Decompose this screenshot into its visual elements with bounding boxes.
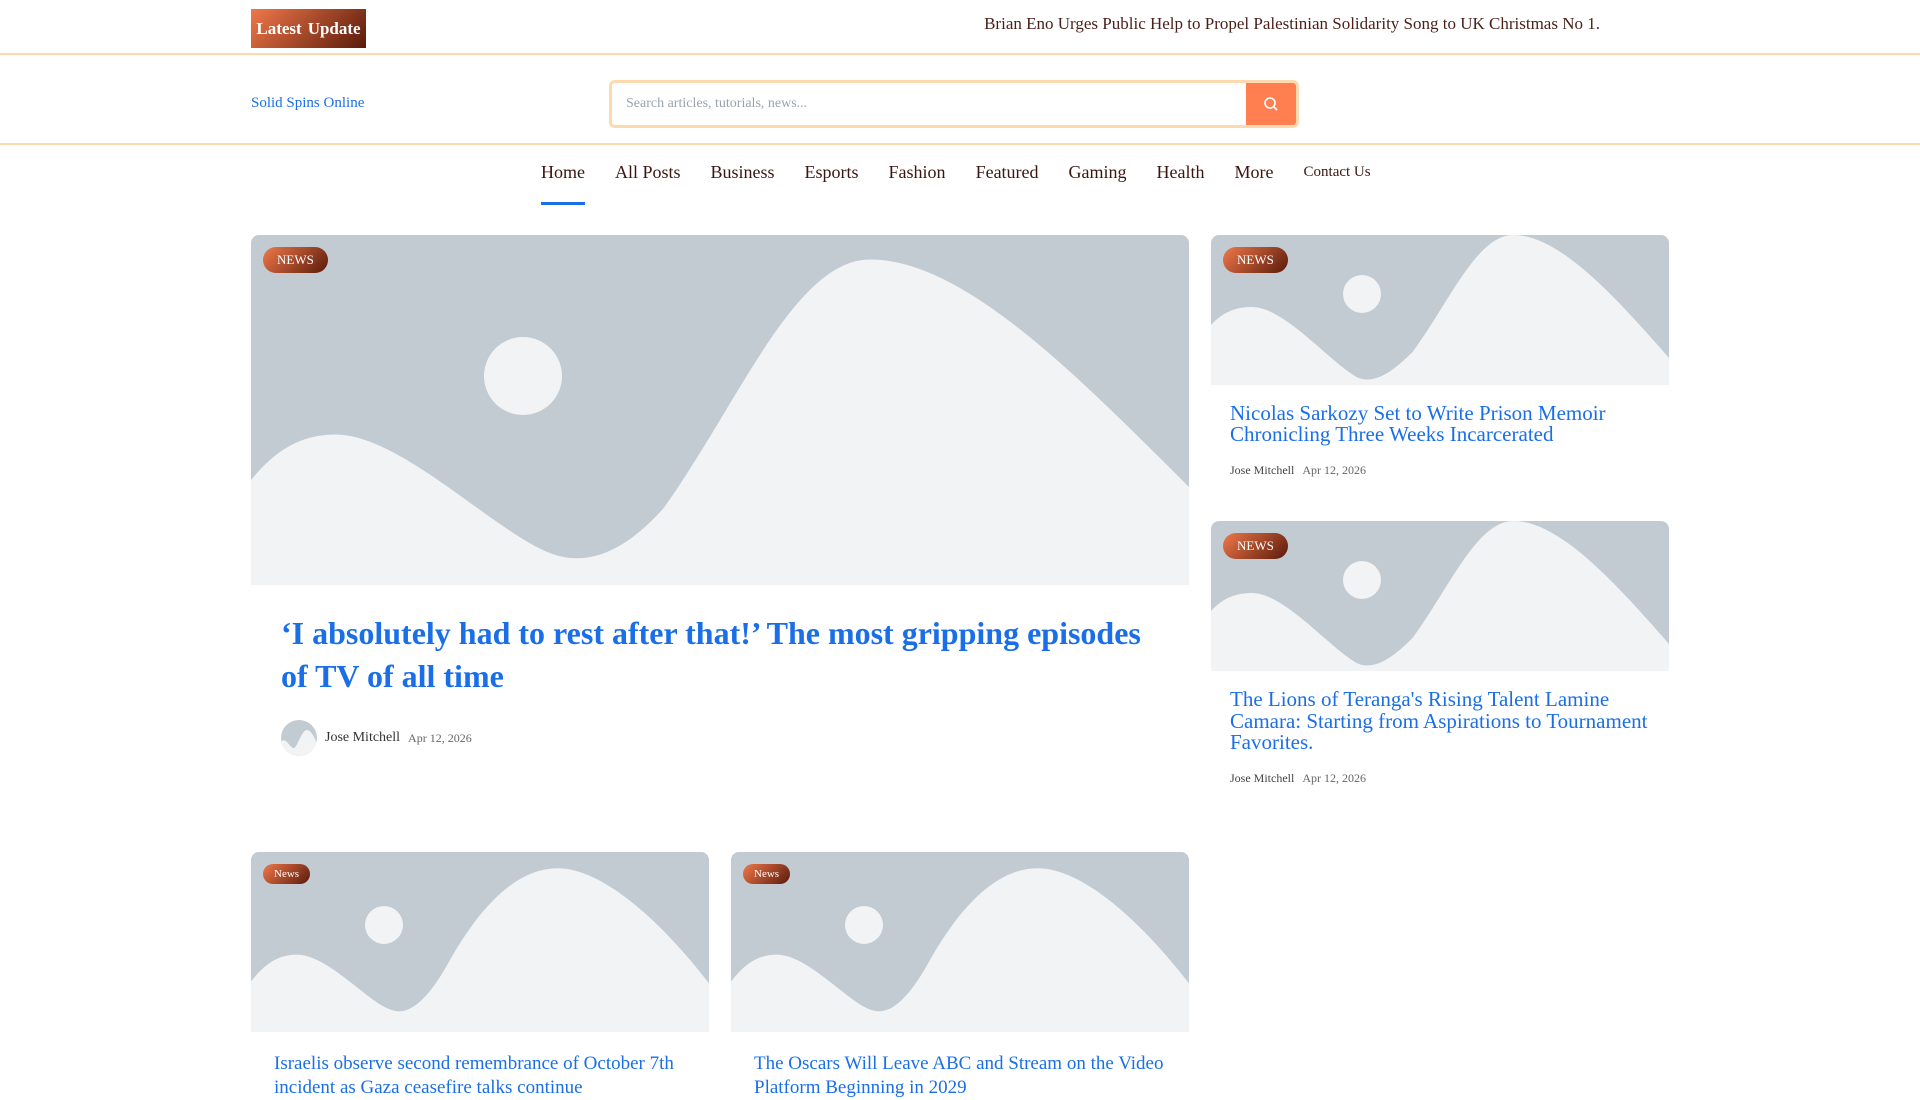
image-placeholder-icon bbox=[251, 259, 1189, 585]
side-meta: Jose Mitchell Apr 12, 2026 bbox=[1230, 463, 1366, 478]
bottom-title[interactable]: Israelis observe second remembrance of O… bbox=[274, 1052, 694, 1100]
category-badge[interactable]: NEWS bbox=[1223, 247, 1288, 273]
side-title[interactable]: The Lions of Teranga's Rising Talent Lam… bbox=[1230, 688, 1650, 754]
hero-meta: Jose Mitchell Apr 12, 2026 bbox=[281, 720, 472, 756]
latest-update-label: Latest Update bbox=[251, 9, 366, 48]
side-meta: Jose Mitchell Apr 12, 2026 bbox=[1230, 771, 1366, 786]
nav-gaming[interactable]: Gaming bbox=[1069, 162, 1127, 205]
search-input[interactable] bbox=[612, 83, 1246, 125]
nav-more[interactable]: More bbox=[1235, 162, 1274, 205]
category-badge[interactable]: NEWS bbox=[263, 247, 328, 273]
bottom-title[interactable]: The Oscars Will Leave ABC and Stream on … bbox=[754, 1052, 1174, 1100]
author-name[interactable]: Jose Mitchell bbox=[1230, 463, 1294, 478]
search-icon bbox=[1264, 97, 1278, 111]
author-name[interactable]: Jose Mitchell bbox=[325, 730, 400, 746]
image-placeholder-icon bbox=[731, 868, 1189, 1032]
nav-business[interactable]: Business bbox=[711, 162, 775, 205]
side-title[interactable]: Nicolas Sarkozy Set to Write Prison Memo… bbox=[1230, 403, 1650, 445]
bottom-card-image[interactable]: News bbox=[251, 852, 709, 1032]
news-ticker[interactable]: Brian Eno Urges Public Help to Propel Pa… bbox=[984, 14, 1600, 34]
author-name[interactable]: Jose Mitchell bbox=[1230, 771, 1294, 786]
category-badge[interactable]: News bbox=[743, 864, 791, 884]
placeholder-sun bbox=[1343, 275, 1381, 313]
placeholder-sun bbox=[845, 906, 883, 944]
search-button[interactable] bbox=[1246, 83, 1296, 125]
post-date: Apr 12, 2026 bbox=[1302, 771, 1366, 785]
main-nav: Home All Posts Business Esports Fashion … bbox=[541, 162, 1371, 205]
post-date: Apr 12, 2026 bbox=[408, 730, 472, 745]
post-date: Apr 12, 2026 bbox=[1302, 463, 1366, 477]
placeholder-sun bbox=[1343, 561, 1381, 599]
nav-esports[interactable]: Esports bbox=[805, 162, 859, 205]
nav-contact-us[interactable]: Contact Us bbox=[1304, 164, 1371, 203]
hero-title[interactable]: ‘I absolutely had to rest after that!’ T… bbox=[281, 612, 1161, 698]
bottom-card-image[interactable]: News bbox=[731, 852, 1189, 1032]
latest-text: Latest bbox=[256, 18, 302, 38]
placeholder-sun bbox=[484, 337, 562, 415]
update-text: Update bbox=[307, 18, 361, 38]
site-logo[interactable]: Solid Spins Online bbox=[251, 95, 364, 112]
nav-home[interactable]: Home bbox=[541, 162, 585, 205]
side-card-image[interactable]: NEWS bbox=[1211, 235, 1669, 385]
image-placeholder-icon bbox=[251, 868, 709, 1032]
avatar bbox=[281, 720, 317, 756]
nav-all-posts[interactable]: All Posts bbox=[615, 162, 681, 205]
category-badge[interactable]: News bbox=[263, 864, 311, 884]
nav-fashion[interactable]: Fashion bbox=[889, 162, 946, 205]
nav-health[interactable]: Health bbox=[1157, 162, 1205, 205]
category-badge[interactable]: NEWS bbox=[1223, 533, 1288, 559]
search-bar bbox=[609, 80, 1299, 128]
side-card-image[interactable]: NEWS bbox=[1211, 521, 1669, 671]
nav-featured[interactable]: Featured bbox=[976, 162, 1039, 205]
hero-image[interactable]: NEWS bbox=[251, 235, 1189, 585]
placeholder-sun bbox=[365, 906, 403, 944]
